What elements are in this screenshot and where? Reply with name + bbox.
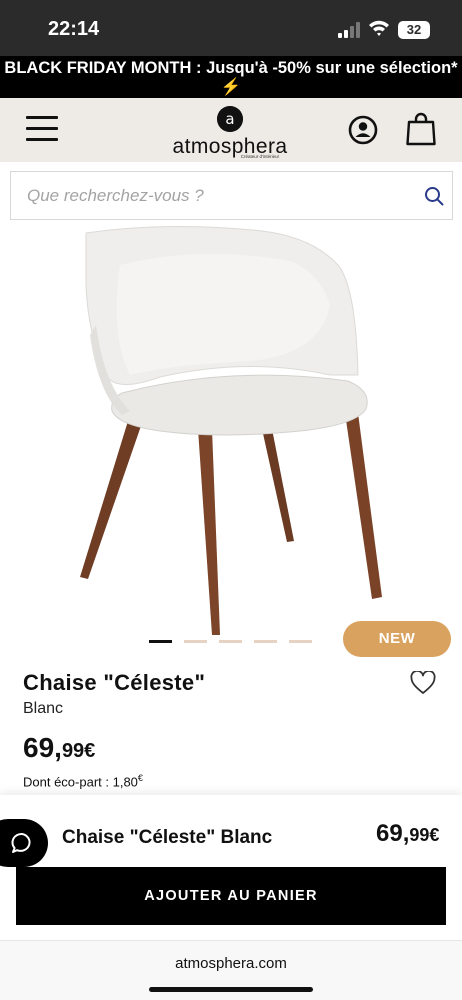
battery-icon: 32	[398, 21, 430, 39]
add-to-cart-button[interactable]: AJOUTER AU PANIER	[16, 867, 446, 925]
search-input[interactable]	[27, 172, 407, 219]
browser-url-bar[interactable]: atmosphera.com	[0, 940, 462, 1000]
sticky-price-integer: 69,	[376, 820, 410, 847]
product-image[interactable]	[0, 225, 462, 635]
sticky-product-price: 69,99€	[376, 820, 439, 848]
svg-text:a: a	[225, 110, 234, 128]
heart-icon[interactable]	[410, 671, 436, 695]
carousel-dot[interactable]	[254, 640, 277, 643]
product-page: 22:14 32 BLACK FRIDAY MONTH : Jusqu'à -5…	[0, 0, 462, 1000]
chat-bubble-icon	[11, 833, 31, 853]
sticky-product-name: Chaise "Céleste" Blanc	[62, 827, 273, 848]
product-title: Chaise "Céleste"	[23, 670, 206, 695]
search-icon[interactable]	[424, 186, 444, 206]
price-decimal: 99€	[61, 740, 96, 762]
carousel-dot[interactable]	[219, 640, 242, 643]
shopping-bag-icon[interactable]	[406, 112, 436, 146]
product-price: 69,99€	[23, 732, 95, 764]
status-bar: 22:14 32	[0, 0, 462, 56]
url-text[interactable]: atmosphera.com	[0, 955, 462, 972]
carousel-dot[interactable]	[184, 640, 207, 643]
site-header: a atmosphera Créateur d'intérieur	[0, 98, 462, 162]
account-icon[interactable]	[348, 115, 378, 145]
logo-mark-icon: a	[217, 106, 243, 132]
carousel-dot[interactable]	[289, 640, 312, 643]
price-integer: 69,	[23, 732, 62, 763]
wifi-icon	[369, 20, 389, 36]
cellular-signal-icon	[338, 22, 360, 38]
hamburger-menu-icon[interactable]	[26, 116, 58, 142]
new-badge: NEW	[343, 621, 451, 657]
home-indicator	[149, 987, 313, 992]
search-bar	[10, 171, 453, 220]
sticky-price-decimal: 99€	[409, 825, 440, 845]
eco-part: Dont éco-part : 1,80€	[23, 773, 143, 789]
chat-button[interactable]	[0, 819, 48, 867]
status-time: 22:14	[48, 18, 100, 40]
sticky-cart-bar: Chaise "Céleste" Blanc 69,99€ AJOUTER AU…	[0, 795, 462, 940]
eco-part-currency: €	[137, 773, 143, 783]
logo-tagline: Créateur d'intérieur	[240, 154, 280, 159]
carousel-dot[interactable]	[149, 640, 172, 643]
site-logo[interactable]: a atmosphera Créateur d'intérieur	[160, 102, 300, 159]
product-variant: Blanc	[23, 700, 64, 717]
promo-banner[interactable]: BLACK FRIDAY MONTH : Jusqu'à -50% sur un…	[0, 56, 462, 98]
eco-part-label: Dont éco-part : 1,80	[23, 774, 138, 790]
